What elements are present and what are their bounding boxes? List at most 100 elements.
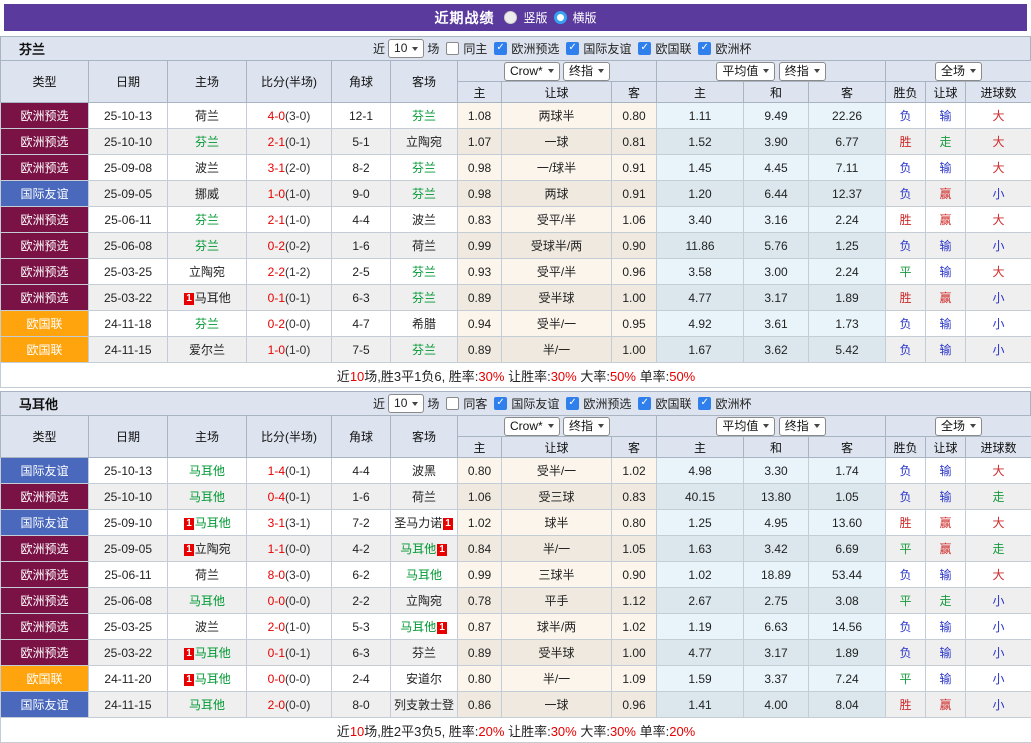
away-team-cell: 立陶宛 — [391, 129, 458, 155]
score-cell: 2-0(1-0) — [247, 614, 332, 640]
column-header: 比分(半场) — [247, 61, 332, 103]
same-venue-checkbox[interactable] — [446, 42, 459, 55]
result-goals: 大 — [966, 207, 1031, 233]
avg-home-odds: 1.02 — [657, 562, 744, 588]
match-count-select[interactable]: 10 — [388, 394, 424, 413]
horizontal-layout-label[interactable]: 横版 — [573, 9, 597, 26]
result-handicap: 输 — [926, 337, 966, 363]
horizontal-layout-radio[interactable] — [554, 11, 567, 24]
crow-away-odds: 1.05 — [612, 536, 657, 562]
score-cell: 0-2(0-0) — [247, 311, 332, 337]
league-checkbox[interactable] — [638, 42, 651, 55]
summary-part: 10 — [350, 369, 364, 384]
result-goals: 小 — [966, 614, 1031, 640]
league-label: 欧洲预选 — [511, 40, 559, 57]
full-time-score: 2-1 — [268, 135, 285, 149]
full-time-score: 1-0 — [268, 343, 285, 357]
average-select-label: 平均值 — [722, 64, 758, 79]
crow-home-odds: 0.89 — [458, 640, 502, 666]
team-name: 芬兰 — [19, 39, 45, 58]
full-time-score: 0-2 — [268, 317, 285, 331]
avg-away-odds: 6.69 — [809, 536, 886, 562]
date-cell: 25-09-05 — [89, 536, 168, 562]
league-checkbox[interactable] — [698, 397, 711, 410]
league-checkbox[interactable] — [566, 42, 579, 55]
match-count-select[interactable]: 10 — [388, 39, 424, 58]
vertical-layout-radio[interactable] — [504, 11, 517, 24]
away-team-name: 希腊 — [412, 317, 436, 331]
crow-handicap: 半/一 — [502, 337, 612, 363]
away-team-cell: 芬兰 — [391, 285, 458, 311]
final-odds-select[interactable]: 终指 — [563, 62, 610, 81]
table-row: 国际友谊25-10-13马耳他1-4(0-1)4-4波黑0.80受半/一1.02… — [1, 458, 1031, 484]
avg-draw-odds: 3.42 — [744, 536, 809, 562]
result-goals: 大 — [966, 562, 1031, 588]
scope-select[interactable]: 全场 — [935, 62, 982, 81]
home-team-name: 波兰 — [195, 620, 219, 634]
column-header: 客场 — [391, 416, 458, 458]
crow-handicap: 一/球半 — [502, 155, 612, 181]
vertical-layout-label[interactable]: 竖版 — [523, 9, 547, 26]
avg-away-odds: 7.11 — [809, 155, 886, 181]
away-team-name: 安道尔 — [406, 672, 442, 686]
result-goals: 大 — [966, 259, 1031, 285]
summary-part: 大率: — [577, 724, 610, 739]
league-checkbox[interactable] — [494, 42, 507, 55]
crow-away-odds: 0.80 — [612, 510, 657, 536]
bookmaker-select-label: Crow* — [510, 64, 543, 79]
bookmaker-select[interactable]: Crow* — [504, 417, 560, 436]
home-team-cell: 马耳他 — [168, 692, 247, 718]
avg-draw-odds: 6.63 — [744, 614, 809, 640]
half-time-score: (0-1) — [285, 291, 310, 305]
result-handicap: 输 — [926, 562, 966, 588]
league-checkbox[interactable] — [494, 397, 507, 410]
same-venue-checkbox[interactable] — [446, 397, 459, 410]
avg-home-odds: 3.58 — [657, 259, 744, 285]
bookmaker-select[interactable]: Crow* — [504, 62, 560, 81]
match-type-badge: 欧洲预选 — [1, 155, 89, 181]
result-handicap: 走 — [926, 588, 966, 614]
column-header: 比分(半场) — [247, 416, 332, 458]
avg-draw-odds: 3.30 — [744, 458, 809, 484]
away-team-cell: 马耳他 — [391, 562, 458, 588]
result-goals: 大 — [966, 129, 1031, 155]
results-table: 类型日期主场比分(半场)角球客场Crow* 终指平均值 终指全场主让球客主和客胜… — [0, 415, 1031, 743]
avg-draw-odds: 3.61 — [744, 311, 809, 337]
table-row: 国际友谊25-09-05挪威1-0(1-0)9-0芬兰0.98两球0.911.2… — [1, 181, 1031, 207]
final-odds-select[interactable]: 终指 — [563, 417, 610, 436]
away-team-cell: 芬兰 — [391, 259, 458, 285]
half-time-score: (0-0) — [285, 542, 310, 556]
summary-part: 50% — [669, 369, 695, 384]
away-team-cell: 芬兰 — [391, 103, 458, 129]
corner-cell: 2-4 — [332, 666, 391, 692]
crow-away-odds: 1.00 — [612, 285, 657, 311]
crow-home-odds: 0.86 — [458, 692, 502, 718]
league-checkbox[interactable] — [566, 397, 579, 410]
sub-column-header: 进球数 — [966, 82, 1031, 103]
league-checkbox[interactable] — [698, 42, 711, 55]
away-team-cell: 波黑 — [391, 458, 458, 484]
column-header: 日期 — [89, 61, 168, 103]
chevron-down-icon — [763, 424, 769, 428]
date-cell: 25-09-10 — [89, 510, 168, 536]
half-time-score: (0-0) — [285, 698, 310, 712]
half-time-score: (3-1) — [285, 516, 310, 530]
date-cell: 24-11-15 — [89, 692, 168, 718]
crow-handicap: 半/一 — [502, 666, 612, 692]
final-odds-select-2[interactable]: 终指 — [779, 62, 826, 81]
scope-select[interactable]: 全场 — [935, 417, 982, 436]
home-team-name: 波兰 — [195, 161, 219, 175]
league-checkbox[interactable] — [638, 397, 651, 410]
result-goals: 小 — [966, 285, 1031, 311]
result-goals: 大 — [966, 458, 1031, 484]
average-select[interactable]: 平均值 — [716, 62, 775, 81]
average-select[interactable]: 平均值 — [716, 417, 775, 436]
match-type-badge: 欧洲预选 — [1, 640, 89, 666]
crow-away-odds: 0.81 — [612, 129, 657, 155]
full-time-score: 0-4 — [268, 490, 285, 504]
away-team-cell: 芬兰 — [391, 155, 458, 181]
full-time-score: 3-1 — [268, 516, 285, 530]
final-odds-select-2[interactable]: 终指 — [779, 417, 826, 436]
red-card-badge: 1 — [443, 518, 453, 530]
full-time-score: 0-0 — [268, 594, 285, 608]
